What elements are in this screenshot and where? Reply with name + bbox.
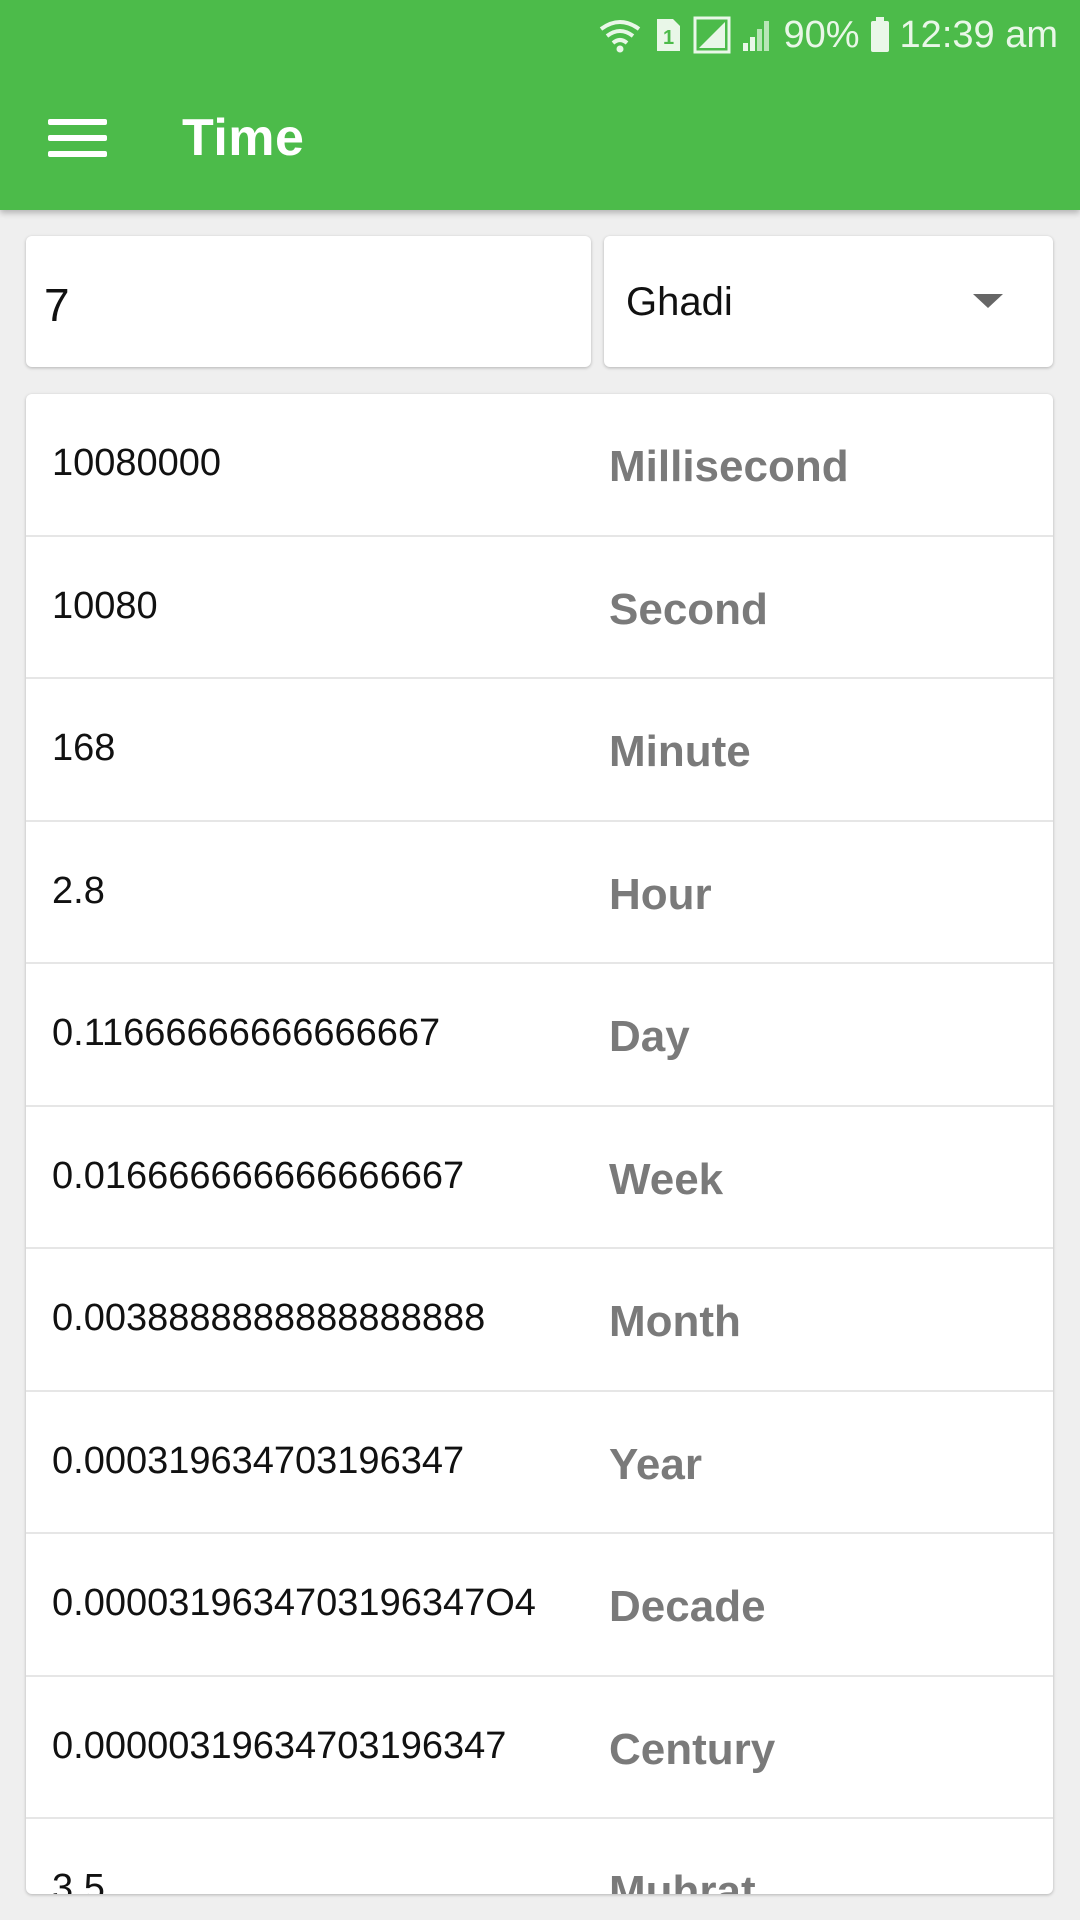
result-row: 10080 Second	[26, 537, 1053, 679]
result-value: 0.016666666666666667	[52, 1154, 465, 1197]
result-unit: Year	[609, 1439, 702, 1489]
result-row: 0.016666666666666667 Week	[26, 1107, 1053, 1249]
result-unit: Muhrat	[609, 1867, 756, 1894]
battery-percent: 90%	[783, 13, 860, 56]
signal-icon	[693, 16, 731, 54]
result-unit: Week	[609, 1154, 724, 1204]
signal-weak-icon	[741, 17, 773, 53]
result-unit: Second	[609, 584, 768, 634]
battery-icon	[870, 17, 890, 53]
result-value: 10080000	[52, 442, 222, 484]
app-bar: 1 90% 12:39 am Time	[0, 0, 1080, 210]
hamburger-menu-icon[interactable]	[40, 100, 115, 175]
sim-icon: 1	[653, 17, 683, 53]
result-value: 3.5	[52, 1867, 105, 1894]
result-unit: Decade	[609, 1582, 766, 1631]
unit-select[interactable]: Ghadi	[604, 236, 1053, 367]
result-row: 2.8 Hour	[26, 822, 1053, 964]
result-unit: Hour	[609, 869, 712, 919]
result-value: 168	[52, 727, 116, 769]
result-unit: Day	[609, 1012, 690, 1061]
clock: 12:39 am	[899, 13, 1058, 56]
sim-badge: 1	[663, 27, 674, 49]
result-value: 0.000319634703196347	[52, 1439, 465, 1482]
result-row: 0.11666666666666667 Day	[26, 964, 1053, 1107]
wifi-icon	[597, 15, 643, 55]
unit-select-value: Ghadi	[626, 280, 733, 324]
result-value: 0.11666666666666667	[52, 1012, 441, 1054]
result-unit: Century	[609, 1724, 776, 1774]
result-value: 10080	[52, 584, 158, 627]
result-value: 0.0000319634703196347O4	[52, 1582, 536, 1624]
result-row: 0.0000319634703196347O4 Decade	[26, 1534, 1053, 1677]
result-unit: Month	[609, 1297, 741, 1346]
result-row: 168 Minute	[26, 679, 1053, 822]
value-input[interactable]: 7	[26, 236, 591, 367]
results-list: 10080000 Millisecond 10080 Second 168 Mi…	[26, 394, 1053, 1894]
result-row: 3.5 Muhrat	[26, 1819, 1053, 1894]
value-input-text: 7	[44, 279, 70, 331]
result-unit: Minute	[609, 727, 751, 776]
result-value: 0.0038888888888888888	[52, 1297, 486, 1339]
result-value: 0.00000319634703196347	[52, 1724, 507, 1767]
result-row: 0.00000319634703196347 Century	[26, 1677, 1053, 1819]
result-value: 2.8	[52, 869, 105, 912]
result-row: 0.0038888888888888888 Month	[26, 1249, 1053, 1392]
dropdown-arrow-icon	[973, 294, 1003, 308]
page-title: Time	[182, 109, 305, 167]
result-unit: Millisecond	[609, 442, 849, 491]
result-row: 0.000319634703196347 Year	[26, 1392, 1053, 1534]
result-row: 10080000 Millisecond	[26, 394, 1053, 537]
status-bar: 1 90% 12:39 am	[597, 10, 1058, 60]
